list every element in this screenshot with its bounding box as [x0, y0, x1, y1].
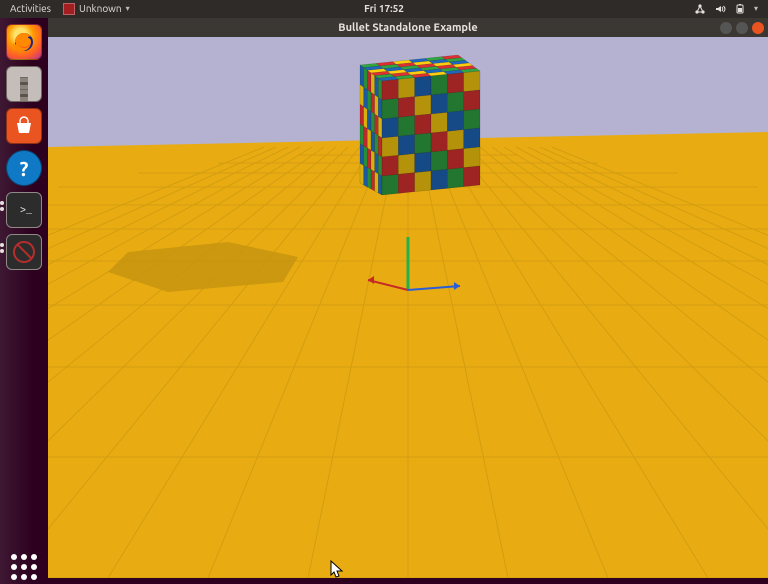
app-menu[interactable]: Unknown ▾ [63, 0, 130, 18]
show-applications-button[interactable] [7, 550, 41, 584]
blocked-icon [13, 241, 35, 263]
activities-button[interactable]: Activities [10, 0, 51, 18]
files-icon [20, 77, 28, 89]
chevron-down-icon: ▾ [126, 0, 130, 18]
volume-icon[interactable] [714, 3, 726, 15]
window-titlebar[interactable]: Bullet Standalone Example [48, 18, 768, 37]
app-menu-label: Unknown [79, 0, 122, 18]
3d-viewport[interactable] [48, 37, 768, 578]
terminal-icon: >_ [20, 206, 32, 217]
window-close-button[interactable] [752, 22, 764, 34]
dock-launcher: ? >_ [0, 18, 48, 584]
clock-label[interactable]: Fri 17:52 [364, 0, 404, 18]
firefox-icon [12, 30, 36, 54]
dock-item-firefox[interactable] [6, 24, 42, 60]
dock-item-help[interactable]: ? [6, 150, 42, 186]
window-minimize-button[interactable] [720, 22, 732, 34]
network-icon[interactable] [694, 3, 706, 15]
gnome-top-panel: Activities Unknown ▾ Fri 17:52 ▾ [0, 0, 768, 18]
window-title: Bullet Standalone Example [338, 22, 477, 34]
battery-icon[interactable] [734, 3, 746, 15]
dock-item-bullet[interactable] [6, 234, 42, 270]
dock-item-terminal[interactable]: >_ [6, 192, 42, 228]
dock-item-files[interactable] [6, 66, 42, 102]
help-icon: ? [20, 157, 29, 180]
software-icon [13, 115, 35, 137]
scene-cube [360, 55, 480, 195]
system-menu-chevron-icon[interactable]: ▾ [754, 0, 758, 18]
window-maximize-button[interactable] [736, 22, 748, 34]
dock-item-software[interactable] [6, 108, 42, 144]
app-menu-icon [63, 3, 75, 15]
